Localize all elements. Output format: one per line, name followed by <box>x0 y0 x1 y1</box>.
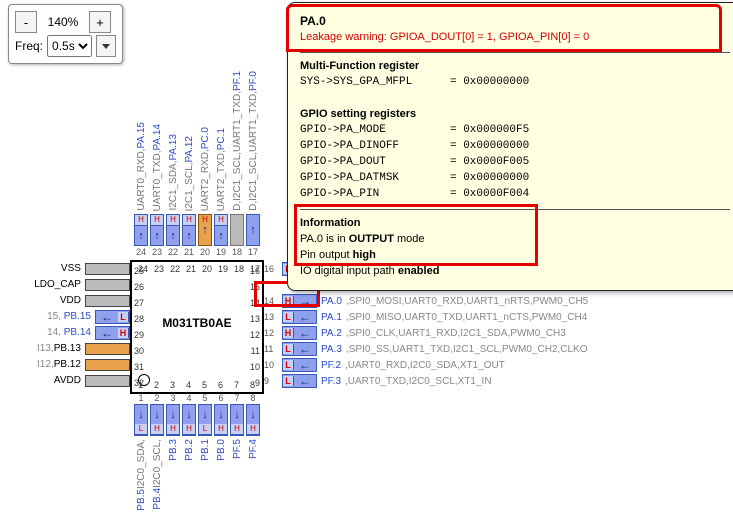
pin-button-PB.1[interactable]: ↓L <box>198 404 212 436</box>
part-number: M031TB0AE <box>132 316 262 330</box>
top-pin-19: UART2_TXD,PC.1H↑19 <box>214 58 228 258</box>
bottom-pin-5: 5↓LPB.1 <box>198 392 212 461</box>
left-pin-31: I12,PB.12 <box>0 358 130 371</box>
pin-bar <box>85 375 130 387</box>
mf-reg-name: SYS->SYS_GPA_MFPL <box>300 75 450 91</box>
freq-dropdown-icon[interactable] <box>96 35 116 57</box>
pin-button-PB.4[interactable]: ↓H <box>150 404 164 436</box>
left-pin-30: I13,PB.13 <box>0 342 130 355</box>
zoom-in-button[interactable]: + <box>89 11 111 33</box>
pin-button-PA.14[interactable]: H↑ <box>150 214 164 246</box>
right-pin-11: 11L←PA.3,SPI0_SS,UART1_TXD,I2C1_SCL,PWM0… <box>262 342 588 356</box>
bottom-pin-6: 6↓HPB.0 <box>214 392 228 461</box>
zoom-level: 140% <box>41 12 85 32</box>
pin-button-PC.0[interactable]: H↑ <box>198 214 212 246</box>
info-output-line: Pin output high <box>300 248 730 264</box>
pin-button-PA.2[interactable]: H← <box>282 326 317 340</box>
toolbar: - 140% + Freq: 0.5s <box>8 4 123 64</box>
pin-button-PB.3[interactable]: ↓H <box>166 404 180 436</box>
pin-bar[interactable] <box>85 359 130 371</box>
left-pin-29: 14, PB.14←H <box>0 326 130 339</box>
mf-register-heading: Multi-Function register <box>300 59 730 75</box>
gpio-registers-heading: GPIO setting registers <box>300 107 730 123</box>
register-row: GPIO->PA_DOUT= 0x0000F005 <box>300 155 730 171</box>
top-pin-22: I2C1_SDA,PA.13H↑22 <box>166 58 180 258</box>
top-pin-20: UART2_RXD,PC.0H↑20 <box>198 58 212 258</box>
right-pin-12: 12H←PA.2,SPI0_CLK,UART1_RXD,I2C1_SDA,PWM… <box>262 326 566 340</box>
pin-tooltip: PA.0 Leakage warning: GPIOA_DOUT[0] = 1,… <box>287 2 733 291</box>
pin-button-PA.0[interactable]: H→ <box>282 294 317 308</box>
pin-button-PF.3[interactable]: L← <box>282 374 317 388</box>
bottom-pin-4: 4↓HPB.2 <box>182 392 196 461</box>
pin-button-PB.0[interactable]: ↓H <box>214 404 228 436</box>
mf-reg-val: = 0x00000000 <box>450 76 529 88</box>
pin-button-PA.13[interactable]: H↑ <box>166 214 180 246</box>
top-pin-21: I2C1_SCL,PA.12H↑21 <box>182 58 196 258</box>
leakage-warning: Leakage warning: GPIOA_DOUT[0] = 1, GPIO… <box>300 30 730 46</box>
bottom-pin-8: 8↓HPF.4 <box>246 392 260 459</box>
pin-button-PB.15[interactable]: ←L <box>95 310 130 324</box>
pin-bar <box>85 279 130 291</box>
info-input-path-line: IO digital input path enabled <box>300 264 730 280</box>
left-pin-25: VSS <box>0 262 130 275</box>
right-pin-10: 10L←PF.2,UART0_RXD,I2C0_SDA,XT1_OUT <box>262 358 505 372</box>
left-pin-26: LDO_CAP <box>0 278 130 291</box>
pin-button-PF.4[interactable]: ↓H <box>246 404 260 436</box>
left-pin-32: AVDD <box>0 374 130 387</box>
left-pin-27: VDD <box>0 294 130 307</box>
pin-button-PA.12[interactable]: H↑ <box>182 214 196 246</box>
pin-button-PF.1[interactable] <box>230 214 244 246</box>
pin-button-PA.3[interactable]: L← <box>282 342 317 356</box>
pin-bar[interactable] <box>85 343 130 355</box>
freq-select[interactable]: 0.5s <box>47 35 92 57</box>
pin-bar <box>85 295 130 307</box>
information-heading: Information <box>300 216 730 232</box>
pin-button-PC.1[interactable]: H↑ <box>214 214 228 246</box>
left-pin-28: 15, PB.15←L <box>0 310 130 323</box>
register-row: GPIO->PA_PIN= 0x0000F004 <box>300 187 730 203</box>
top-pin-17: D,I2C1_SCL,UART1_TXD,PF.0↑17 <box>246 58 260 258</box>
tooltip-title: PA.0 <box>300 13 730 30</box>
pin-bar <box>85 263 130 275</box>
pin-button-PA.1[interactable]: L← <box>282 310 317 324</box>
pin-button-PF.5[interactable]: ↓H <box>230 404 244 436</box>
top-pin-18: D,I2C1_SCL,UART1_TXD,PF.118 <box>230 58 244 258</box>
zoom-out-button[interactable]: - <box>15 11 37 33</box>
pin-button-PF.2[interactable]: L← <box>282 358 317 372</box>
bottom-pin-2: 2↓HPB.4I2C0_SCL, <box>150 392 164 510</box>
pin-button-PB.14[interactable]: ←H <box>95 326 130 340</box>
register-row: GPIO->PA_DINOFF= 0x00000000 <box>300 139 730 155</box>
bottom-pin-7: 7↓HPF.5 <box>230 392 244 459</box>
info-mode-line: PA.0 is in OUTPUT mode <box>300 232 730 248</box>
right-pin-14: 14H→PA.0,SPI0_MOSI,UART0_RXD,UART1_nRTS,… <box>262 294 588 308</box>
top-pin-24: UART0_RXD,PA.15H↑24 <box>134 58 148 258</box>
freq-label: Freq: <box>15 39 43 53</box>
chip-package: M031TB0AE 252627282930313216151413121110… <box>130 260 264 394</box>
register-row: GPIO->PA_DATMSK= 0x00000000 <box>300 171 730 187</box>
pin-button-PA.15[interactable]: H↑ <box>134 214 148 246</box>
right-pin-13: 13L←PA.1,SPI0_MISO,UART0_TXD,UART1_nCTS,… <box>262 310 587 324</box>
top-pin-23: UART0_TXD,PA.14H↑23 <box>150 58 164 258</box>
pin-button-PB.5[interactable]: ↓L <box>134 404 148 436</box>
right-pin-9: 9L←PF.3,UART0_TXD,I2C0_SCL,XT1_IN <box>262 374 492 388</box>
pin-button-PB.2[interactable]: ↓H <box>182 404 196 436</box>
bottom-pin-1: 1↓LPB.5I2C0_SDA, <box>134 392 148 511</box>
register-row: GPIO->PA_MODE= 0x000000F5 <box>300 123 730 139</box>
bottom-pin-3: 3↓HPB.3 <box>166 392 180 461</box>
pin-button-PF.0[interactable]: ↑ <box>246 214 260 246</box>
